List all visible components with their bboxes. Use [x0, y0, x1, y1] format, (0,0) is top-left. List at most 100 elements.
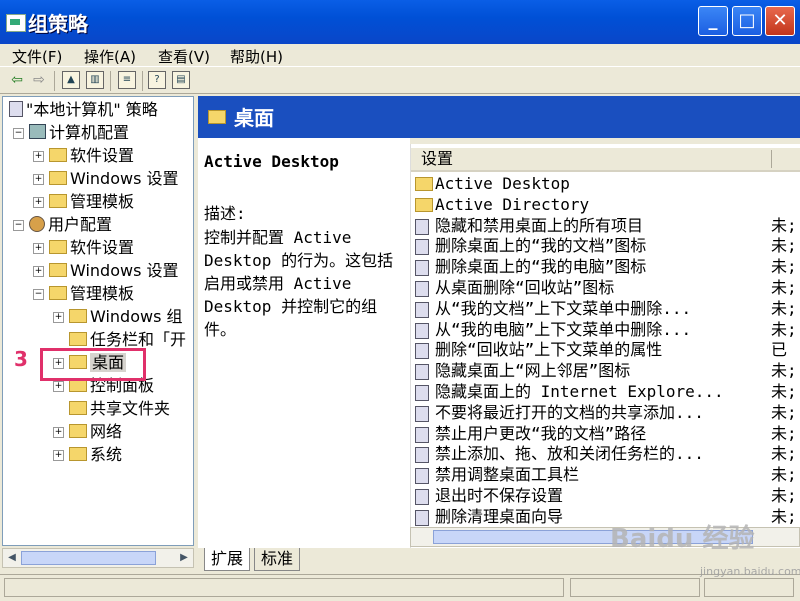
list-item-state: 未;: [771, 382, 797, 401]
list-item-state: 未;: [771, 298, 797, 318]
folder-icon: [415, 177, 433, 191]
folder-icon: [49, 147, 67, 162]
description-pane: Active Desktop 描述: 控制并配置 Active Desktop …: [198, 138, 410, 548]
folder-icon: [69, 400, 87, 415]
scroll-right-icon[interactable]: ▶: [177, 551, 191, 565]
column-setting[interactable]: 设置: [421, 148, 453, 170]
expand-icon[interactable]: +: [33, 151, 44, 162]
list-item[interactable]: 不要将最近打开的文档的共享添加... 未;: [415, 403, 800, 423]
policy-setting-icon: [415, 468, 429, 485]
back-arrow-icon[interactable]: ⇦: [8, 71, 26, 89]
menu-action[interactable]: 操作(A): [84, 46, 136, 67]
list-item[interactable]: 删除桌面上的“我的电脑”图标 未;: [415, 257, 800, 277]
user-icon: [29, 215, 45, 232]
list-item-name: 删除桌面上的“我的文档”图标: [435, 236, 647, 256]
list-item[interactable]: 禁用调整桌面工具栏 未;: [415, 465, 800, 485]
list-item-name: 删除桌面上的“我的电脑”图标: [435, 257, 647, 277]
list-item-name: 隐藏桌面上的 Internet Explore...: [435, 382, 724, 401]
folder-icon: [49, 239, 67, 254]
description-title: Active Desktop: [204, 152, 339, 171]
tree-horizontal-scrollbar[interactable]: ◀ ▶: [2, 548, 194, 568]
list-item-name: 隐藏和禁用桌面上的所有项目: [435, 215, 644, 235]
expand-icon[interactable]: +: [33, 174, 44, 185]
list-item-name: 删除“回收站”上下文菜单的属性: [435, 340, 663, 360]
list-item-state: 未;: [771, 215, 797, 235]
list-item[interactable]: 禁止用户更改“我的文档”路径 未;: [415, 424, 800, 444]
collapse-icon[interactable]: −: [13, 220, 24, 231]
title-bar: 组策略 _ □ ✕: [0, 0, 800, 44]
list-item-state: 未;: [771, 402, 797, 422]
menu-file[interactable]: 文件(F): [12, 46, 62, 67]
minimize-button[interactable]: _: [698, 6, 728, 36]
list-item-name: 删除清理桌面向导: [435, 506, 564, 526]
collapse-icon[interactable]: −: [33, 289, 44, 300]
list-item-state: 未;: [771, 361, 797, 381]
expand-icon[interactable]: +: [53, 427, 64, 438]
list-item[interactable]: Active Directory: [415, 195, 800, 215]
close-button[interactable]: ✕: [765, 6, 795, 36]
maximize-button[interactable]: □: [732, 6, 762, 36]
expand-icon[interactable]: +: [53, 450, 64, 461]
expand-icon[interactable]: +: [33, 266, 44, 277]
show-hide-tree-icon[interactable]: ▥: [86, 71, 104, 89]
expand-icon[interactable]: +: [33, 243, 44, 254]
folder-icon: [69, 308, 87, 323]
folder-icon: [415, 197, 433, 212]
properties-icon[interactable]: ▤: [172, 71, 190, 89]
help-icon[interactable]: ?: [148, 71, 166, 89]
step-number-annotation: 3: [14, 347, 28, 371]
list-item-state: 未;: [771, 257, 797, 277]
folder-icon: [49, 193, 67, 208]
policy-root-icon: [9, 100, 23, 117]
list-item[interactable]: 退出时不保存设置 未;: [415, 486, 800, 506]
list-item-name: 从“我的文档”上下文菜单中删除...: [435, 298, 692, 318]
list-item[interactable]: 删除“回收站”上下文菜单的属性 已: [415, 340, 800, 360]
tree-pane: "本地计算机" 策略 − 计算机配置 + 软件设置 + Windows 设置 +…: [2, 96, 194, 546]
tab-extended[interactable]: 扩展: [204, 548, 251, 571]
tree-root[interactable]: "本地计算机" 策略: [9, 99, 158, 121]
list-item[interactable]: 从“我的文档”上下文菜单中删除... 未;: [415, 299, 800, 319]
folder-icon: [69, 446, 87, 461]
folder-icon: [49, 170, 67, 185]
list-item[interactable]: 隐藏和禁用桌面上的所有项目 未;: [415, 216, 800, 236]
expand-icon[interactable]: +: [53, 312, 64, 323]
list-item[interactable]: 隐藏桌面上的 Internet Explore... 未;: [415, 382, 800, 402]
policy-setting-icon: [415, 447, 429, 464]
up-folder-icon[interactable]: ▲: [62, 71, 80, 89]
scroll-thumb[interactable]: [21, 551, 156, 565]
list-item[interactable]: 从“我的电脑”上下文菜单中删除... 未;: [415, 320, 800, 340]
list-item-name: 禁止添加、拖、放和关闭任务栏的...: [435, 444, 704, 464]
status-bar: [0, 574, 800, 601]
menu-help[interactable]: 帮助(H): [230, 46, 283, 67]
policy-setting-icon: [415, 218, 429, 235]
expand-icon[interactable]: +: [53, 381, 64, 392]
policy-setting-icon: [415, 385, 429, 401]
list-item-state: 未;: [771, 236, 797, 256]
folder-icon: [208, 110, 226, 124]
scroll-left-icon[interactable]: ◀: [5, 551, 19, 565]
policy-setting-icon: [415, 343, 429, 360]
forward-arrow-icon[interactable]: ⇨: [30, 71, 48, 89]
tab-standard[interactable]: 标准: [254, 548, 301, 571]
expand-icon[interactable]: +: [33, 197, 44, 208]
list-item[interactable]: 删除桌面上的“我的文档”图标 未;: [415, 236, 800, 256]
list-item[interactable]: 隐藏桌面上“网上邻居”图标 未;: [415, 361, 800, 381]
list-item-state: 已: [771, 340, 788, 360]
folder-icon: [69, 331, 87, 346]
list-item[interactable]: Active Desktop: [415, 174, 800, 194]
policy-setting-icon: [415, 509, 429, 526]
toolbar: ⇦ ⇨ ▲ ▥ ≡ ? ▤: [0, 66, 800, 94]
computer-icon: [29, 124, 46, 139]
policy-setting-icon: [415, 489, 429, 505]
list-item-state: 未;: [771, 319, 797, 339]
group-policy-app-icon: [6, 14, 26, 32]
collapse-icon[interactable]: −: [13, 128, 24, 139]
policy-setting-icon: [415, 260, 429, 277]
folder-icon: [49, 285, 67, 300]
list-item[interactable]: 禁止添加、拖、放和关闭任务栏的... 未;: [415, 444, 800, 464]
list-item[interactable]: 从桌面删除“回收站”图标 未;: [415, 278, 800, 298]
list-item-name: Active Directory: [435, 194, 590, 214]
export-list-icon[interactable]: ≡: [118, 71, 136, 89]
menu-view[interactable]: 查看(V): [158, 46, 210, 67]
description-text: 控制并配置 Active Desktop 的行为。这包括启用或禁用 Active…: [204, 228, 394, 339]
